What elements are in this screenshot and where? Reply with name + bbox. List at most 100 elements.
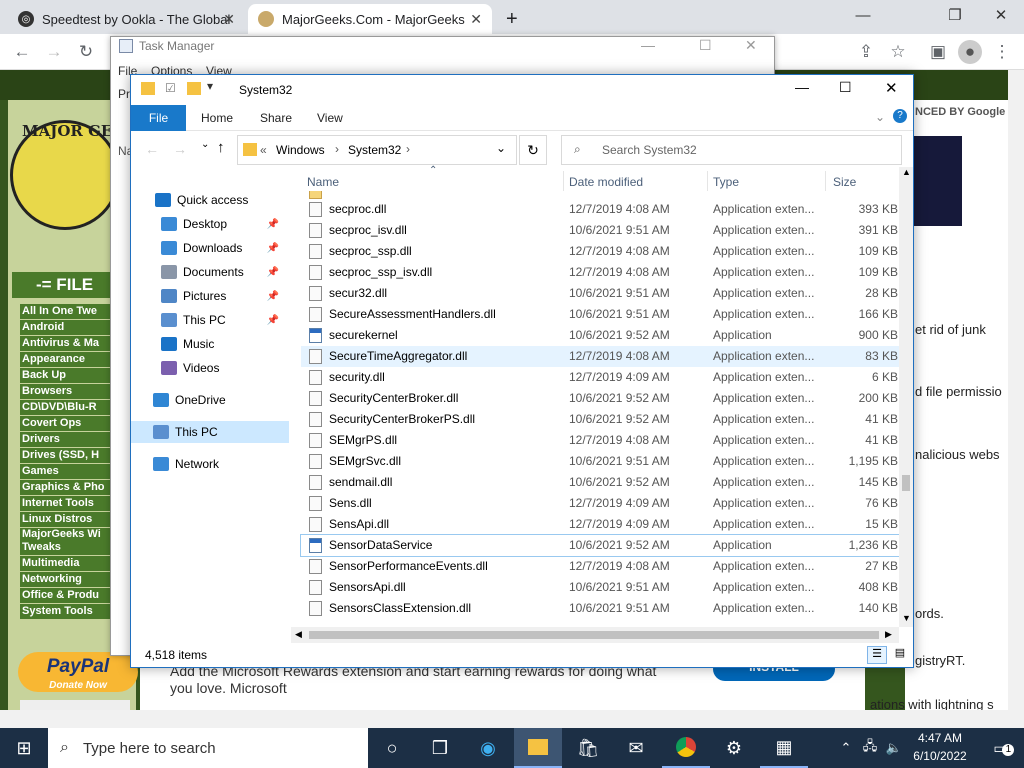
- category-link[interactable]: Drivers: [20, 432, 120, 447]
- file-row[interactable]: SecureTimeAggregator.dll 12/7/2019 4:08 A…: [301, 346, 899, 367]
- vertical-scrollbar[interactable]: ▲ ▼: [899, 167, 913, 627]
- file-row[interactable]: SensorsClassExtension.dll 10/6/2021 9:51 …: [301, 598, 899, 619]
- category-link[interactable]: Office & Produ: [20, 588, 120, 603]
- nav-item-pictures[interactable]: Pictures 📌: [131, 285, 289, 307]
- category-link[interactable]: Internet Tools: [20, 496, 120, 511]
- category-link[interactable]: Graphics & Pho: [20, 480, 120, 495]
- file-row[interactable]: SecurityCenterBroker.dll 10/6/2021 9:52 A…: [301, 388, 899, 409]
- restore-icon[interactable]: ❐: [932, 0, 978, 30]
- horizontal-scrollbar[interactable]: ◀ ▶: [291, 627, 899, 643]
- file-row[interactable]: SensApi.dll 12/7/2019 4:09 AM Application …: [301, 514, 899, 535]
- pin-icon[interactable]: 📌: [267, 243, 279, 254]
- volume-icon[interactable]: 🔈: [882, 728, 906, 768]
- cortana-icon[interactable]: ○: [368, 728, 416, 768]
- up-icon[interactable]: ↑: [217, 139, 225, 156]
- category-link[interactable]: MajorGeeks Wi Tweaks: [20, 528, 120, 555]
- category-link[interactable]: Linux Distros: [20, 512, 120, 527]
- pin-icon[interactable]: 📌: [267, 315, 279, 326]
- file-row[interactable]: SensorsApi.dll 10/6/2021 9:51 AM Applicati…: [301, 577, 899, 598]
- explorer-titlebar[interactable]: ☑ ▾ System32 — ☐ ✕: [131, 75, 913, 105]
- scroll-thumb[interactable]: [902, 475, 910, 491]
- refresh-icon[interactable]: ↻: [519, 135, 547, 165]
- news-snippet[interactable]: gistryRT.: [915, 653, 965, 668]
- category-link[interactable]: Back Up: [20, 368, 120, 383]
- back-icon[interactable]: ←: [10, 40, 34, 64]
- category-link[interactable]: Appearance: [20, 352, 120, 367]
- close-icon[interactable]: ✕: [978, 0, 1024, 30]
- browser-tab-majorgeeks[interactable]: MajorGeeks.Com - MajorGeeks ✕: [248, 4, 492, 34]
- bookmark-star-icon[interactable]: ☆: [886, 40, 910, 64]
- tm-tab-processes[interactable]: Pr: [118, 87, 130, 101]
- back-icon[interactable]: ←: [145, 141, 159, 157]
- file-row[interactable]: SecurityCenterBrokerPS.dll 10/6/2021 9:52…: [301, 409, 899, 430]
- chrome-taskbar-icon[interactable]: [662, 728, 710, 768]
- breadcrumb-windows[interactable]: Windows: [276, 143, 325, 157]
- file-row[interactable]: secproc_ssp.dll 12/7/2019 4:08 AM Applicat…: [301, 241, 899, 262]
- ribbon-tab-home[interactable]: Home: [189, 105, 245, 131]
- scroll-down-icon[interactable]: ▼: [902, 613, 911, 623]
- horizontal-scrollbar[interactable]: [0, 710, 1024, 728]
- category-link[interactable]: All In One Twe: [20, 304, 120, 319]
- breadcrumb-overflow[interactable]: «: [260, 143, 267, 157]
- menu-kebab-icon[interactable]: ⋮: [990, 40, 1014, 64]
- file-row[interactable]: SecureAssessmentHandlers.dll 10/6/2021 9:…: [301, 304, 899, 325]
- news-snippet[interactable]: ords.: [915, 606, 944, 621]
- scroll-right-icon[interactable]: ▶: [885, 629, 892, 640]
- scroll-left-icon[interactable]: ◀: [295, 629, 302, 640]
- file-row[interactable]: securekernel 10/6/2021 9:52 AM Application…: [301, 325, 899, 346]
- file-row[interactable]: SEMgrSvc.dll 10/6/2021 9:51 AM Application…: [301, 451, 899, 472]
- scroll-thumb[interactable]: [309, 631, 879, 639]
- breadcrumb-system32[interactable]: System32: [348, 143, 401, 157]
- nav-item-videos[interactable]: Videos: [131, 357, 289, 379]
- nav-item-this-pc[interactable]: This PC 📌: [131, 309, 289, 331]
- category-link[interactable]: CD\DVD\Blu-R: [20, 400, 120, 415]
- file-row[interactable]: SEMgrPS.dll 12/7/2019 4:08 AM Application …: [301, 430, 899, 451]
- search-box[interactable]: ⌕ Search System32: [561, 135, 902, 165]
- mail-icon[interactable]: ✉: [612, 728, 660, 768]
- file-row[interactable]: security.dll 12/7/2019 4:09 AM Application…: [301, 367, 899, 388]
- category-link[interactable]: Android: [20, 320, 120, 335]
- paypal-donate-button[interactable]: PayPal Donate Now: [18, 652, 138, 692]
- file-row[interactable]: secproc.dll 12/7/2019 4:08 AM Application …: [301, 199, 899, 220]
- file-row[interactable]: secur32.dll 10/6/2021 9:51 AM Application …: [301, 283, 899, 304]
- details-view-icon[interactable]: ☰: [867, 646, 887, 664]
- ribbon-expand-icon[interactable]: ⌄: [875, 110, 885, 124]
- forward-icon[interactable]: →: [42, 40, 66, 64]
- column-header-date[interactable]: Date modified: [569, 175, 643, 189]
- properties-check-icon[interactable]: ☑: [165, 81, 176, 95]
- large-icons-view-icon[interactable]: ▤: [891, 646, 909, 664]
- recent-dropdown-icon[interactable]: ⌄: [201, 139, 209, 150]
- clock-time[interactable]: 4:47 AM: [910, 731, 970, 745]
- column-header-size[interactable]: Size: [833, 175, 856, 189]
- file-row[interactable]: SensorDataService 10/6/2021 9:52 AM Applic…: [300, 534, 900, 557]
- address-bar[interactable]: « Windows › System32 › ⌄: [237, 135, 517, 165]
- new-tab-button[interactable]: +: [496, 4, 526, 34]
- ribbon-tab-view[interactable]: View: [305, 105, 355, 131]
- category-link[interactable]: Antivirus & Ma: [20, 336, 120, 351]
- network-icon[interactable]: 🖧: [858, 728, 882, 768]
- column-divider[interactable]: [825, 171, 826, 191]
- pin-icon[interactable]: 📌: [267, 267, 279, 278]
- file-row[interactable]: secproc_ssp_isv.dll 12/7/2019 4:08 AM Appl…: [301, 262, 899, 283]
- profile-avatar-icon[interactable]: ●: [958, 40, 982, 64]
- edge-icon[interactable]: ◉: [464, 728, 512, 768]
- category-link[interactable]: Drives (SSD, H: [20, 448, 120, 463]
- close-tab-icon[interactable]: ✕: [223, 11, 235, 28]
- column-divider[interactable]: [707, 171, 708, 191]
- category-link[interactable]: Browsers: [20, 384, 120, 399]
- chevron-up-icon[interactable]: ⌃: [834, 728, 858, 768]
- browser-tab-speedtest[interactable]: ◎ Speedtest by Ookla - The Global ✕: [8, 4, 245, 34]
- file-explorer-taskbar-icon[interactable]: [514, 728, 562, 768]
- file-row[interactable]: sendmail.dll 10/6/2021 9:52 AM Application…: [301, 472, 899, 493]
- address-dropdown-icon[interactable]: ⌄: [496, 141, 506, 155]
- news-snippet[interactable]: d file permissio: [915, 384, 1002, 399]
- news-snippet[interactable]: et rid of junk: [915, 322, 986, 337]
- pin-icon[interactable]: 📌: [267, 219, 279, 230]
- pin-icon[interactable]: 📌: [267, 291, 279, 302]
- help-icon[interactable]: ?: [893, 109, 907, 123]
- nav-item-desktop[interactable]: Desktop 📌: [131, 213, 289, 235]
- tm-maximize-icon[interactable]: ☐: [699, 37, 712, 54]
- category-link[interactable]: Networking: [20, 572, 120, 587]
- file-row[interactable]: SensorPerformanceEvents.dll 12/7/2019 4:0…: [301, 556, 899, 577]
- page-scrollbar[interactable]: [1008, 70, 1024, 710]
